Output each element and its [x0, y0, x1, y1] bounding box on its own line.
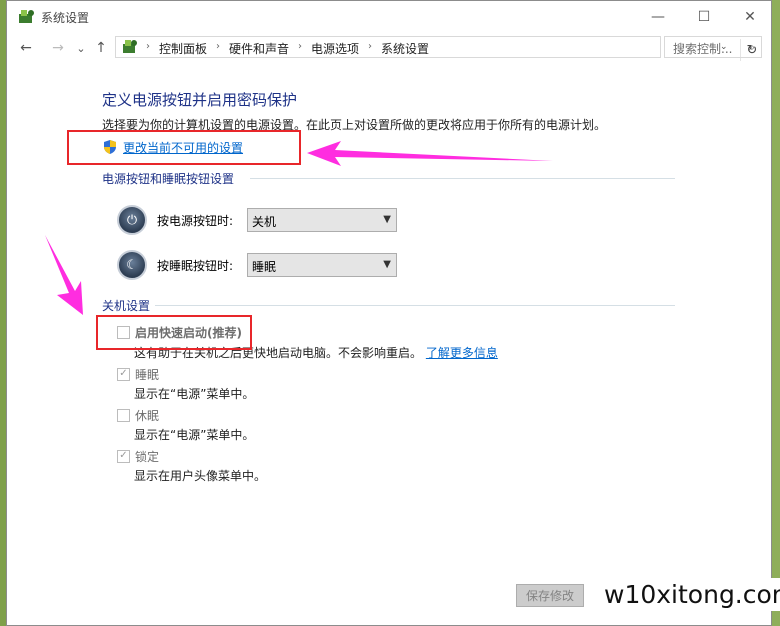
annotation-arrow-icon	[45, 235, 83, 315]
search-icon[interactable]: ⌕	[748, 40, 755, 55]
power-button-action-value: 关机	[252, 215, 277, 229]
sleep-checkbox[interactable]: ✓	[117, 367, 130, 381]
power-button-row: ⏻ 按电源按钮时: 关机 ▼	[117, 204, 397, 236]
breadcrumb-separator: ›	[298, 41, 303, 52]
section-divider	[155, 305, 675, 306]
lock-option-row: ✓ 锁定	[117, 447, 159, 465]
breadcrumb-separator: ›	[146, 41, 150, 52]
power-options-app-icon	[19, 10, 34, 23]
save-changes-button[interactable]: 保存修改	[516, 584, 584, 607]
address-row: ← → ⌄ ↑ › 控制面板 › 硬件和声音 › 电源选项 › 系统设置 ⌄ ↻	[7, 34, 771, 62]
sleep-icon: ☾	[117, 250, 147, 280]
breadcrumb: › 控制面板 › 硬件和声音 › 电源选项 › 系统设置	[146, 40, 429, 57]
lock-option-label: 锁定	[135, 449, 160, 464]
search-placeholder: 搜索控制...	[673, 42, 733, 56]
section-divider	[250, 178, 675, 179]
window-title: 系统设置	[41, 11, 90, 25]
close-button[interactable]: ✕	[727, 1, 771, 32]
learn-more-link[interactable]: 了解更多信息	[426, 346, 498, 360]
lock-option-description: 显示在用户头像菜单中。	[134, 469, 267, 483]
power-buttons-section-title: 电源按钮和睡眠按钮设置	[102, 172, 235, 186]
chevron-down-icon: ▼	[383, 214, 391, 225]
hibernate-option-row: 休眠	[117, 406, 159, 424]
chevron-down-icon: ▼	[383, 259, 391, 270]
recent-locations-chevron-icon[interactable]: ⌄	[70, 37, 92, 59]
breadcrumb-power-options[interactable]: 电源选项	[311, 40, 359, 57]
shutdown-section-title: 关机设置	[102, 299, 151, 313]
title-bar: 系统设置 — ☐ ✕	[7, 1, 771, 32]
search-box[interactable]: 搜索控制... ⌕	[664, 36, 762, 58]
highlight-box-fast-startup	[96, 315, 252, 350]
sleep-button-action-select[interactable]: 睡眠 ▼	[247, 253, 397, 277]
maximize-button[interactable]: ☐	[681, 1, 727, 32]
sleep-button-action-value: 睡眠	[252, 260, 277, 274]
address-bar[interactable]: › 控制面板 › 硬件和声音 › 电源选项 › 系统设置 ⌄ ↻	[115, 36, 757, 61]
lock-checkbox[interactable]: ✓	[117, 449, 130, 463]
annotation-arrow-icon	[307, 141, 553, 166]
sleep-option-label: 睡眠	[135, 367, 160, 382]
power-icon: ⏻	[117, 205, 147, 235]
up-arrow-icon[interactable]: ↑	[90, 37, 112, 59]
control-panel-icon	[123, 40, 137, 53]
sleep-option-description: 显示在“电源”菜单中。	[134, 387, 255, 401]
forward-arrow-icon[interactable]: →	[47, 37, 69, 59]
hibernate-checkbox[interactable]	[117, 408, 130, 422]
page-title: 定义电源按钮并启用密码保护	[102, 91, 298, 109]
sleep-option-row: ✓ 睡眠	[117, 365, 159, 383]
breadcrumb-separator: ›	[368, 41, 373, 52]
highlight-box-change-settings	[67, 130, 301, 165]
hibernate-option-description: 显示在“电源”菜单中。	[134, 428, 255, 442]
watermark-logo: w10xitong.com	[598, 578, 780, 611]
breadcrumb-system-settings[interactable]: 系统设置	[381, 40, 429, 57]
system-settings-window: 系统设置 — ☐ ✕ ← → ⌄ ↑ › 控制面板 › 硬件和声音 › 电源选项…	[6, 0, 772, 626]
power-button-action-select[interactable]: 关机 ▼	[247, 208, 397, 232]
sleep-button-row: ☾ 按睡眠按钮时: 睡眠 ▼	[117, 249, 397, 281]
back-arrow-icon[interactable]: ←	[15, 37, 37, 59]
breadcrumb-hardware-sound[interactable]: 硬件和声音	[229, 40, 289, 57]
breadcrumb-control-panel[interactable]: 控制面板	[159, 40, 207, 57]
breadcrumb-separator: ›	[216, 41, 221, 52]
sleep-button-label: 按睡眠按钮时:	[157, 258, 234, 273]
power-button-label: 按电源按钮时:	[157, 213, 234, 228]
hibernate-option-label: 休眠	[135, 408, 160, 423]
minimize-button[interactable]: —	[635, 1, 681, 32]
